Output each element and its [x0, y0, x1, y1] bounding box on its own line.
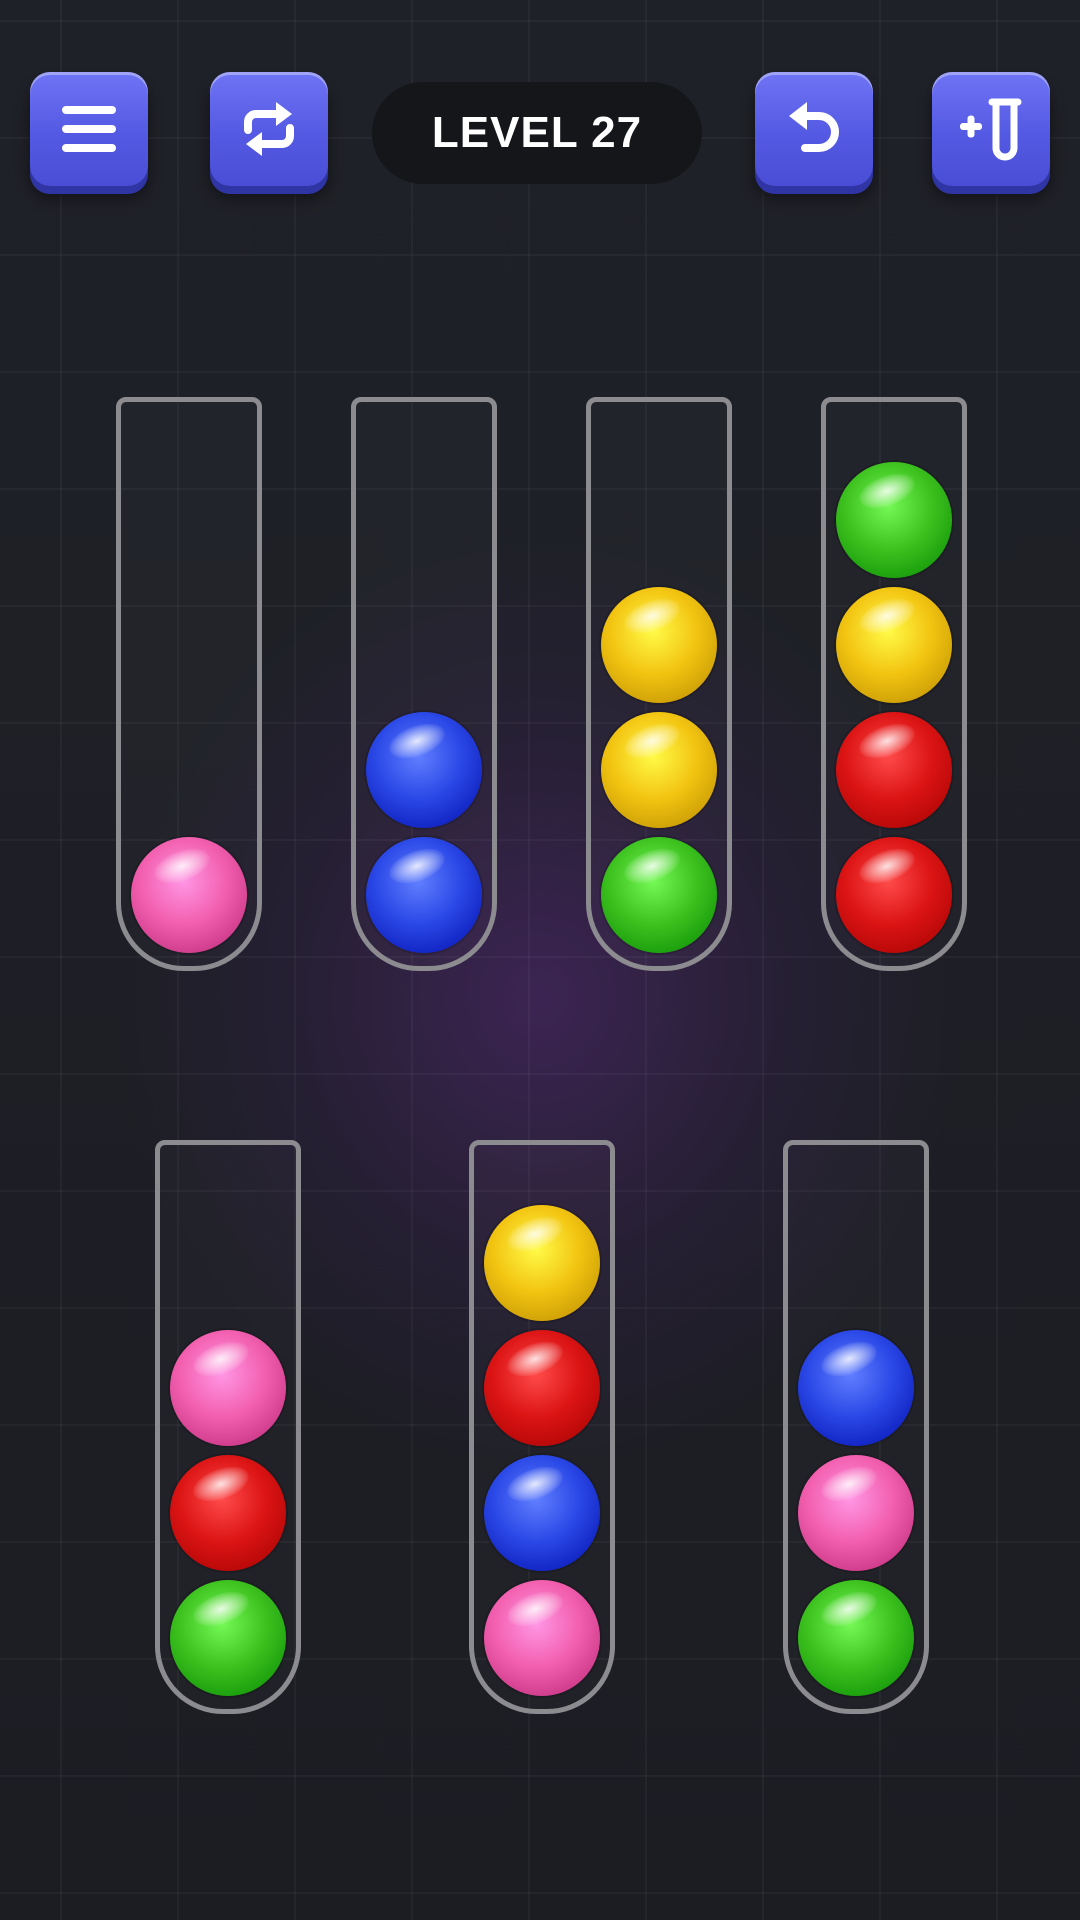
add-tube-button[interactable] — [932, 72, 1050, 186]
ball-pink — [170, 1330, 286, 1446]
ball-red — [836, 712, 952, 828]
ball-green — [798, 1580, 914, 1696]
menu-button[interactable] — [30, 72, 148, 186]
ball-yellow — [601, 587, 717, 703]
ball-pink — [484, 1580, 600, 1696]
ball-blue — [366, 712, 482, 828]
ball-yellow — [601, 712, 717, 828]
level-indicator: LEVEL 27 — [372, 82, 702, 184]
restart-icon — [244, 102, 294, 156]
ball-red — [836, 837, 952, 953]
ball-yellow — [484, 1205, 600, 1321]
ball-pink — [131, 837, 247, 953]
ball-red — [170, 1455, 286, 1571]
ball-pink — [798, 1455, 914, 1571]
ball-blue — [366, 837, 482, 953]
ball-blue — [798, 1330, 914, 1446]
undo-icon — [789, 102, 839, 152]
add-tube-icon — [960, 98, 1022, 161]
ball-green — [836, 462, 952, 578]
ball-green — [601, 837, 717, 953]
restart-button[interactable] — [210, 72, 328, 186]
ball-red — [484, 1330, 600, 1446]
ball-green — [170, 1580, 286, 1696]
ball-blue — [484, 1455, 600, 1571]
level-label: LEVEL 27 — [431, 108, 643, 157]
ball-yellow — [836, 587, 952, 703]
menu-icon — [62, 106, 116, 152]
undo-button[interactable] — [755, 72, 873, 186]
